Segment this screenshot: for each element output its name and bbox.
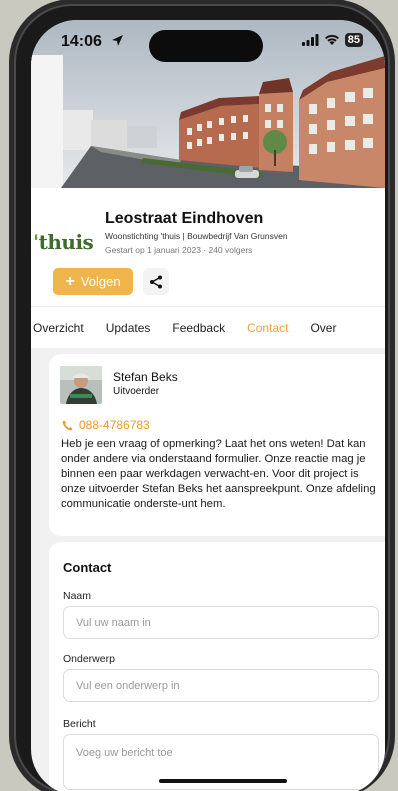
project-title: Leostraat Eindhoven bbox=[105, 210, 264, 227]
follow-button[interactable]: + Volgen bbox=[53, 268, 133, 295]
project-header: 'thuis Leostraat Eindhoven Woonstichting… bbox=[31, 188, 385, 306]
page: 14:06 85 'thuis Leostraat Eindhoven Woon… bbox=[0, 0, 398, 791]
name-input[interactable] bbox=[63, 606, 379, 639]
status-bar: 14:06 85 bbox=[31, 20, 385, 62]
tab-feedback[interactable]: Feedback bbox=[172, 321, 225, 335]
contact-person-role: Uitvoerder bbox=[113, 386, 160, 397]
phone-frame: 14:06 85 'thuis Leostraat Eindhoven Woon… bbox=[14, 4, 390, 791]
avatar bbox=[60, 366, 102, 404]
tab-contact[interactable]: Contact bbox=[247, 321, 288, 335]
message-label: Bericht bbox=[63, 718, 96, 730]
name-label: Naam bbox=[63, 590, 92, 602]
share-button[interactable] bbox=[143, 268, 169, 295]
tab-overzicht[interactable]: Overzicht bbox=[33, 321, 84, 335]
signal-icon bbox=[301, 34, 319, 46]
status-time: 14:06 bbox=[61, 33, 102, 50]
phone-icon bbox=[62, 420, 73, 430]
dynamic-island bbox=[149, 30, 263, 62]
phone-link[interactable]: 088-4786783 bbox=[62, 418, 150, 432]
project-tabs: Overzicht Updates Feedback Contact Over bbox=[31, 306, 385, 348]
status-icons: 85 bbox=[301, 33, 363, 47]
contact-person-name: Stefan Beks bbox=[113, 370, 178, 384]
project-meta: Gestart op 1 januari 2023 · 240 volgers bbox=[105, 245, 253, 255]
battery-indicator: 85 bbox=[344, 33, 363, 47]
thuis-logo: 'thuis bbox=[33, 230, 94, 254]
subject-input[interactable] bbox=[63, 669, 379, 702]
home-indicator bbox=[159, 779, 287, 783]
contact-person-card: Stefan Beks Uitvoerder 088-4786783 Heb j… bbox=[49, 354, 385, 536]
form-title: Contact bbox=[63, 560, 112, 575]
tab-over[interactable]: Over bbox=[310, 321, 336, 335]
plus-icon: + bbox=[65, 272, 75, 290]
contact-form-card: Contact Naam Onderwerp Bericht bbox=[49, 542, 385, 791]
share-icon bbox=[150, 275, 162, 288]
subject-label: Onderwerp bbox=[63, 653, 115, 665]
location-arrow-icon bbox=[112, 35, 123, 46]
follow-label: Volgen bbox=[80, 274, 121, 289]
phone-screen: 14:06 85 'thuis Leostraat Eindhoven Woon… bbox=[31, 20, 385, 791]
contact-info-text: Heb je een vraag of opmerking? Laat het … bbox=[61, 438, 376, 510]
tab-updates[interactable]: Updates bbox=[106, 321, 151, 335]
project-organisation: Woonstichting 'thuis | Bouwbedrijf Van G… bbox=[105, 231, 288, 241]
wifi-icon bbox=[324, 34, 339, 45]
phone-number: 088-4786783 bbox=[79, 418, 150, 432]
